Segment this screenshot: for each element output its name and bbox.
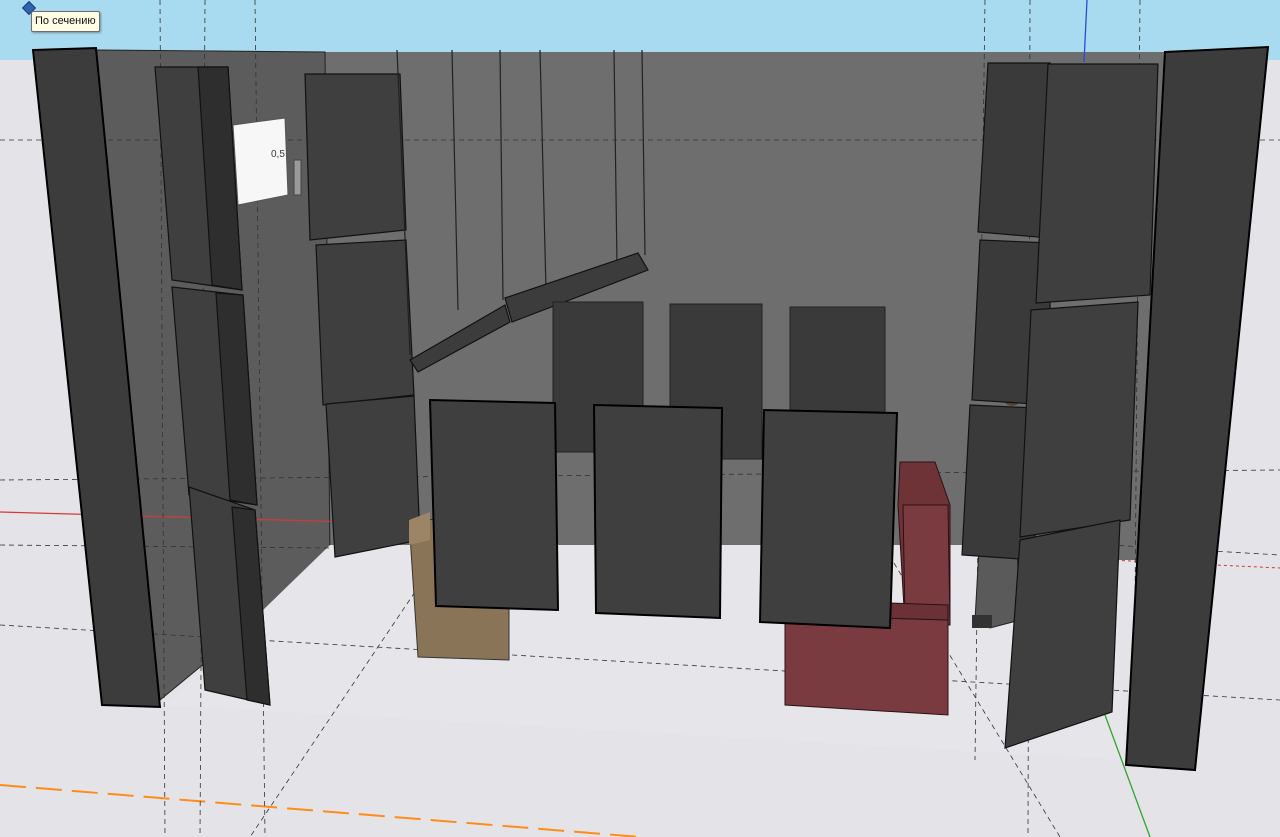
front-panels [428,398,899,630]
dimension-label: 0,5 [271,149,285,160]
light-switch [293,159,302,196]
3d-viewport[interactable] [0,0,1280,837]
window [232,117,289,206]
tooltip: По сечению [31,11,100,32]
